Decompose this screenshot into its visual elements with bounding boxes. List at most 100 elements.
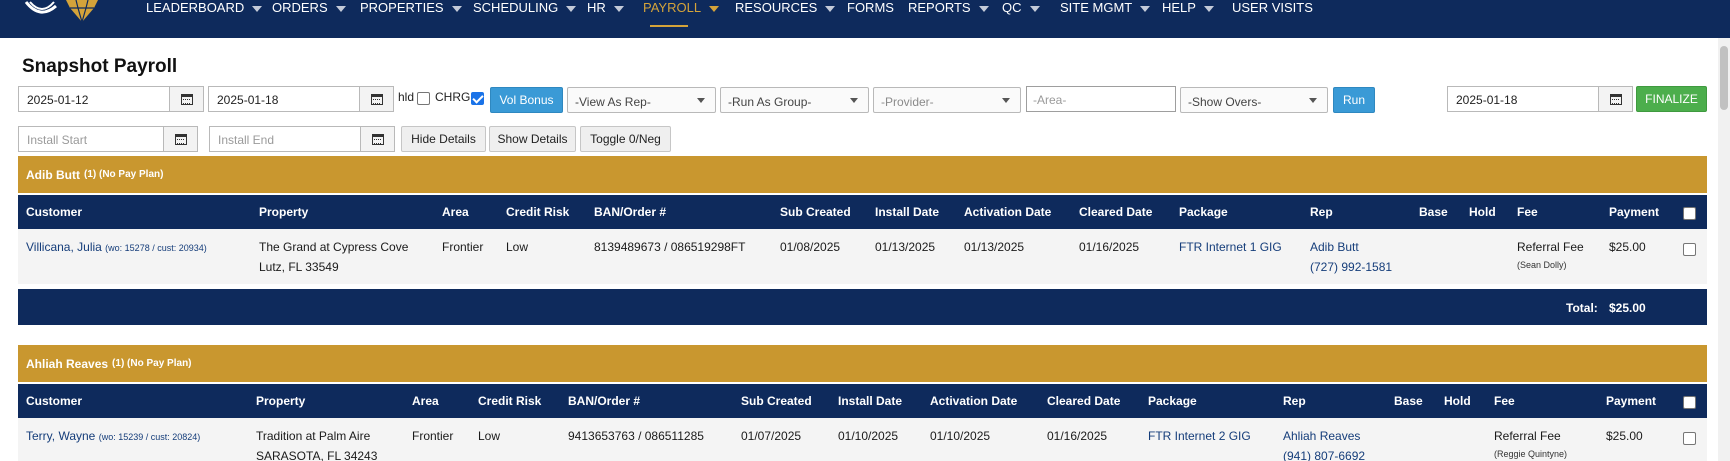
chrg-checkbox[interactable] (471, 92, 484, 105)
col-activation-date[interactable]: Activation Date (964, 205, 1051, 219)
company-logo-icon[interactable] (22, 0, 102, 24)
fee-cell: Referral Fee (Reggie Quintyne) (1494, 426, 1567, 461)
col-package[interactable]: Package (1148, 394, 1197, 408)
nav-site-mgmt[interactable]: SITE MGMT (1060, 0, 1151, 30)
rep-name-link[interactable]: Ahliah Reaves (1283, 426, 1360, 446)
view-as-rep-select[interactable]: -View As Rep- (567, 87, 716, 113)
package-link[interactable]: FTR Internet 1 GIG (1179, 237, 1282, 257)
calendar-button[interactable] (163, 127, 197, 151)
col-hold[interactable]: Hold (1469, 205, 1496, 219)
nav-label: LEADERBOARD (146, 0, 245, 15)
col-sub-created[interactable]: Sub Created (741, 394, 812, 408)
col-install-date[interactable]: Install Date (838, 394, 902, 408)
calendar-icon (180, 93, 193, 105)
nav-hr[interactable]: HR (587, 0, 624, 30)
provider-select[interactable]: -Provider- (873, 87, 1021, 113)
group-header[interactable]: Ahliah Reaves (1) (No Pay Plan) (18, 345, 1707, 382)
nav-reports[interactable]: REPORTS (908, 0, 989, 30)
col-activation-date[interactable]: Activation Date (930, 394, 1017, 408)
install-end-picker[interactable]: Install End (209, 126, 395, 152)
col-base[interactable]: Base (1419, 205, 1448, 219)
rep-phone-link[interactable]: (941) 807-6692 (1283, 446, 1365, 461)
nav-leaderboard[interactable]: LEADERBOARD (146, 0, 263, 30)
col-area[interactable]: Area (442, 205, 469, 219)
col-customer[interactable]: Customer (26, 394, 82, 408)
nav-resources[interactable]: RESOURCES (735, 0, 836, 30)
activation-date-cell: 01/13/2025 (964, 240, 1025, 254)
col-customer[interactable]: Customer (26, 205, 82, 219)
end-date-value[interactable]: 2025-01-18 (209, 87, 359, 111)
rep-name-link[interactable]: Adib Butt (1310, 237, 1359, 257)
col-sub-created[interactable]: Sub Created (780, 205, 851, 219)
col-rep[interactable]: Rep (1283, 394, 1306, 408)
total-value: $25.00 (1609, 301, 1646, 315)
vol-bonus-button[interactable]: Vol Bonus (490, 87, 563, 113)
table-header: Customer Property Area Credit Risk BAN/O… (18, 384, 1707, 418)
select-all-checkbox[interactable] (1683, 396, 1696, 409)
col-hold[interactable]: Hold (1444, 394, 1471, 408)
caret-down-icon (1309, 98, 1317, 103)
nav-scheduling[interactable]: SCHEDULING (473, 0, 577, 30)
col-property[interactable]: Property (256, 394, 305, 408)
nav-help[interactable]: HELP (1162, 0, 1214, 30)
calendar-button[interactable] (169, 87, 203, 111)
show-details-button[interactable]: Show Details (489, 126, 576, 152)
rep-phone-link[interactable]: (727) 992-1581 (1310, 257, 1392, 277)
col-base[interactable]: Base (1394, 394, 1423, 408)
sub-created-cell: 01/08/2025 (780, 240, 841, 254)
install-start-placeholder[interactable]: Install Start (19, 127, 163, 151)
hide-details-button[interactable]: Hide Details (401, 126, 486, 152)
nav-forms[interactable]: FORMS (847, 0, 894, 30)
group-header[interactable]: Adib Butt (1) (No Pay Plan) (18, 156, 1707, 193)
package-link[interactable]: FTR Internet 2 GIG (1148, 426, 1251, 446)
chevron-down-icon (709, 5, 720, 12)
toggle-zero-neg-button[interactable]: Toggle 0/Neg (580, 126, 671, 152)
customer-name[interactable]: Terry, Wayne (26, 429, 95, 443)
start-date-picker[interactable]: 2025-01-12 (18, 86, 204, 112)
run-button[interactable]: Run (1333, 87, 1375, 113)
col-fee[interactable]: Fee (1494, 394, 1515, 408)
nav-user-visits[interactable]: USER VISITS (1232, 0, 1313, 30)
area-cell: Frontier (442, 240, 484, 254)
finalize-date-value[interactable]: 2025-01-18 (1448, 87, 1598, 111)
row-checkbox[interactable] (1683, 432, 1696, 445)
start-date-value[interactable]: 2025-01-12 (19, 87, 169, 111)
show-overs-select[interactable]: -Show Overs- (1180, 87, 1328, 113)
col-ban-order[interactable]: BAN/Order # (568, 394, 640, 408)
customer-cell[interactable]: Villicana, Julia (wo: 15278 / cust: 2093… (26, 237, 207, 258)
row-checkbox[interactable] (1683, 243, 1696, 256)
calendar-button[interactable] (359, 87, 393, 111)
calendar-button[interactable] (1598, 87, 1632, 111)
finalize-date-picker[interactable]: 2025-01-18 (1447, 86, 1633, 112)
hld-checkbox[interactable] (417, 92, 430, 105)
col-rep[interactable]: Rep (1310, 205, 1333, 219)
select-all-checkbox[interactable] (1683, 207, 1696, 220)
install-end-placeholder[interactable]: Install End (210, 127, 360, 151)
nav-properties[interactable]: PROPERTIES (360, 0, 462, 30)
col-credit-risk[interactable]: Credit Risk (478, 394, 541, 408)
col-cleared-date[interactable]: Cleared Date (1079, 205, 1152, 219)
col-cleared-date[interactable]: Cleared Date (1047, 394, 1120, 408)
nav-qc[interactable]: QC (1002, 0, 1040, 30)
nav-label: SCHEDULING (473, 0, 559, 15)
col-payment[interactable]: Payment (1606, 394, 1656, 408)
col-ban-order[interactable]: BAN/Order # (594, 205, 666, 219)
col-fee[interactable]: Fee (1517, 205, 1538, 219)
finalize-button[interactable]: FINALIZE (1636, 86, 1707, 112)
col-credit-risk[interactable]: Credit Risk (506, 205, 569, 219)
area-input[interactable]: -Area- (1026, 86, 1176, 112)
col-payment[interactable]: Payment (1609, 205, 1659, 219)
end-date-picker[interactable]: 2025-01-18 (208, 86, 394, 112)
scrollbar-thumb[interactable] (1720, 46, 1728, 110)
col-property[interactable]: Property (259, 205, 308, 219)
col-install-date[interactable]: Install Date (875, 205, 939, 219)
customer-name[interactable]: Villicana, Julia (26, 240, 102, 254)
customer-cell[interactable]: Terry, Wayne (wo: 15239 / cust: 20824) (26, 426, 200, 447)
install-start-picker[interactable]: Install Start (18, 126, 198, 152)
chevron-down-icon (335, 5, 346, 12)
calendar-button[interactable] (360, 127, 394, 151)
col-package[interactable]: Package (1179, 205, 1228, 219)
col-area[interactable]: Area (412, 394, 439, 408)
run-as-group-select[interactable]: -Run As Group- (720, 87, 869, 113)
nav-orders[interactable]: ORDERS (272, 0, 346, 30)
